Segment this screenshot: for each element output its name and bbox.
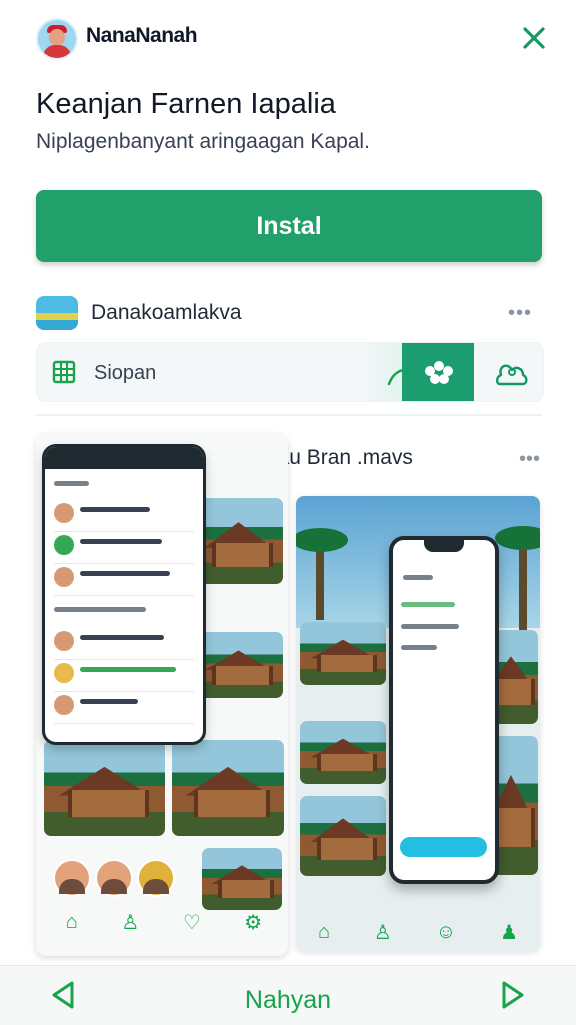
text-line	[80, 571, 170, 576]
text-line	[80, 699, 138, 704]
text-line	[54, 481, 89, 486]
house-photo	[194, 498, 283, 584]
person-photo	[194, 632, 283, 698]
list-item	[54, 563, 194, 596]
avatar	[54, 631, 74, 651]
page-subtitle: Niplagenbanyant aringaagan Kapal.	[36, 130, 370, 153]
cloud-profile-icon[interactable]	[492, 357, 530, 389]
avatar-body	[43, 45, 71, 58]
avatar	[53, 859, 91, 897]
chat-icon[interactable]: ♡	[183, 910, 201, 935]
food-photo	[300, 796, 386, 876]
avatar	[137, 859, 175, 897]
people-cluster-icon[interactable]	[420, 357, 458, 388]
list-item	[54, 627, 194, 660]
grid-icon[interactable]	[51, 359, 77, 385]
avatar	[54, 663, 74, 683]
palm-tree-icon	[296, 528, 348, 620]
avatar	[54, 503, 74, 523]
garden-photo	[202, 848, 282, 910]
app-header: NanaNanah	[0, 0, 576, 72]
profile-icon[interactable]: ♙	[374, 920, 392, 945]
more-icon[interactable]: •••	[508, 302, 532, 325]
text-line	[80, 635, 164, 640]
dining-photo	[300, 721, 386, 784]
list-item	[54, 659, 194, 692]
text-line	[401, 624, 459, 629]
app-tab-bar: ⌂ ♙ ♡ ⚙	[44, 904, 284, 940]
app-title: NanaNanah	[86, 24, 198, 47]
more-icon[interactable]: •••	[519, 448, 540, 471]
avatar-face	[49, 29, 65, 46]
source-row: Danakoamlakva •••	[36, 294, 542, 334]
text-line	[80, 667, 176, 672]
home-icon[interactable]: ⌂	[318, 921, 330, 944]
app-tab-bar: ⌂ ♙ ☺ ♟	[296, 914, 540, 950]
text-line	[80, 507, 150, 512]
home-icon[interactable]: ⌂	[66, 911, 78, 934]
toolbar-item-label[interactable]: Siopan	[94, 362, 156, 385]
avatar	[54, 535, 74, 555]
text-line	[403, 575, 433, 580]
avatar	[54, 695, 74, 715]
villa-photo	[44, 740, 165, 836]
avatar	[54, 567, 74, 587]
cabin-photo	[172, 740, 284, 836]
text-line	[80, 539, 162, 544]
user-icon[interactable]: ♟	[500, 920, 518, 945]
list-item	[54, 499, 194, 532]
profile-icon[interactable]: ♙	[121, 910, 139, 935]
section-divider	[36, 414, 542, 416]
market-photo	[300, 622, 386, 685]
footer-label[interactable]: Nahyan	[0, 986, 576, 1015]
chat-icon[interactable]: ☺	[436, 921, 456, 944]
phone-preview-left	[42, 444, 206, 745]
avatar[interactable]	[36, 18, 78, 60]
palm-tree-icon	[495, 526, 540, 632]
preview-cta-button	[400, 837, 487, 857]
install-button[interactable]: Instal	[36, 190, 542, 262]
list-item	[54, 691, 194, 724]
settings-icon[interactable]: ⚙	[244, 910, 262, 935]
page-title: Keanjan Farnen Iapalia	[36, 88, 336, 120]
content-toolbar: Siopan	[36, 342, 544, 402]
chevron-right-icon[interactable]	[498, 979, 528, 1011]
avatar	[95, 859, 133, 897]
text-line	[401, 602, 455, 607]
text-line	[54, 607, 146, 612]
list-item	[54, 531, 194, 564]
phone-status-bar	[45, 447, 203, 469]
close-icon[interactable]	[520, 24, 548, 52]
phone-notch	[424, 540, 464, 552]
source-name: Danakoamlakva	[91, 301, 242, 324]
text-line	[401, 645, 437, 650]
source-logo-icon	[36, 296, 78, 330]
phone-preview-right	[389, 536, 499, 884]
bottom-navigation: Nahyan	[0, 965, 576, 1025]
